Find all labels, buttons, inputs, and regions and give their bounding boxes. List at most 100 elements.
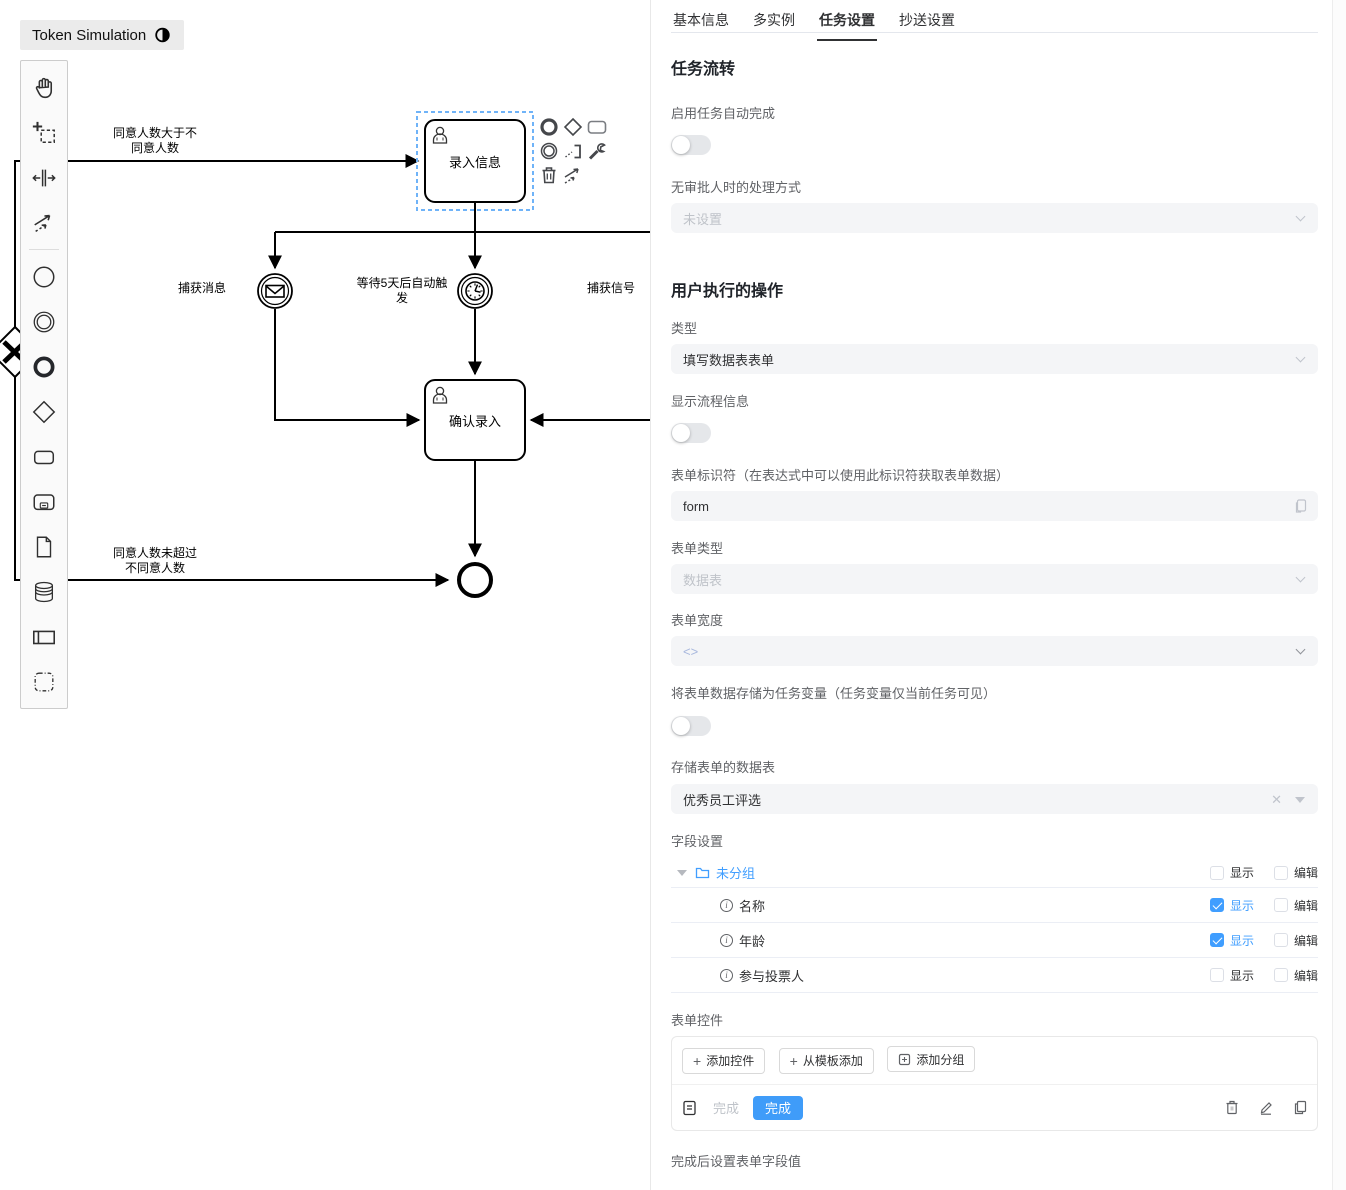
token-simulation-button[interactable]: Token Simulation: [20, 20, 184, 50]
auto-complete-toggle[interactable]: [671, 135, 711, 155]
field-row-voters: i 参与投票人 显示 编辑: [671, 958, 1318, 993]
create-participant[interactable]: [21, 614, 67, 659]
lasso-tool[interactable]: [21, 110, 67, 155]
change-type-wrench-icon[interactable]: [586, 140, 608, 162]
chevron-down-icon: [1296, 645, 1306, 655]
append-task[interactable]: [586, 116, 608, 138]
message-catch-event[interactable]: [258, 274, 292, 308]
tab-task-settings[interactable]: 任务设置: [817, 0, 877, 41]
field-edit-checkbox[interactable]: 编辑: [1274, 897, 1318, 914]
edit-control-button[interactable]: [1259, 1100, 1273, 1115]
add-group-button[interactable]: 添加分组: [887, 1046, 975, 1072]
hand-tool[interactable]: [21, 65, 67, 110]
checkbox-icon: [1274, 898, 1288, 912]
flow-label-catch-message: 捕获消息: [162, 281, 242, 296]
bpmn-palette: [20, 60, 68, 709]
add-control-label: 添加控件: [706, 1052, 754, 1069]
tab-basic-info[interactable]: 基本信息: [671, 0, 731, 41]
chevron-down-icon: [1296, 212, 1306, 222]
create-start-event[interactable]: [21, 254, 67, 299]
properties-panel: 基本信息 多实例 任务设置 抄送设置 任务流转 启用任务自动完成 无审批人时的处…: [651, 0, 1346, 1190]
end-event[interactable]: [459, 564, 491, 596]
create-end-event[interactable]: [21, 344, 67, 389]
action-type-select[interactable]: 填写数据表表单: [671, 344, 1318, 374]
create-data-object[interactable]: [21, 524, 67, 569]
space-tool[interactable]: [21, 155, 67, 200]
add-from-template-button[interactable]: + 从模板添加: [779, 1048, 874, 1074]
store-var-toggle[interactable]: [671, 716, 711, 736]
group-edit-checkbox[interactable]: 编辑: [1274, 864, 1318, 881]
add-control-button[interactable]: + 添加控件: [682, 1048, 765, 1074]
create-intermediate-event[interactable]: [21, 299, 67, 344]
clear-icon[interactable]: ✕: [1271, 792, 1282, 808]
flow-gateway-to-end[interactable]: [15, 377, 448, 580]
task-entry-label: 录入信息: [425, 120, 525, 202]
copy-icon[interactable]: [1295, 499, 1307, 513]
form-type-select[interactable]: 数据表: [671, 564, 1318, 594]
global-connect-tool[interactable]: [21, 200, 67, 245]
no-approver-label: 无审批人时的处理方式: [671, 177, 1318, 196]
fields-tree: 未分组 显示 编辑 i 名称: [671, 858, 1318, 993]
control-complete-button[interactable]: 完成: [753, 1096, 803, 1120]
field-edit-checkbox[interactable]: 编辑: [1274, 967, 1318, 984]
plus-icon: +: [693, 1054, 701, 1068]
panel-scrollbar[interactable]: [1332, 0, 1346, 1190]
panel-tabs: 基本信息 多实例 任务设置 抄送设置: [671, 0, 1318, 33]
create-gateway[interactable]: [21, 389, 67, 434]
flow-label-agree: 同意人数大于不 同意人数: [95, 126, 215, 156]
field-show-checkbox[interactable]: 显示: [1210, 967, 1254, 984]
create-task[interactable]: [21, 434, 67, 479]
show-process-toggle[interactable]: [671, 423, 711, 443]
copy-control-button[interactable]: [1293, 1100, 1307, 1115]
show-checkbox-label: 显示: [1230, 932, 1254, 949]
diagram-canvas[interactable]: 同意人数大于不 同意人数 捕获消息 等待5天后自动触 发 捕获信号 同意人数未超…: [0, 0, 651, 1190]
create-group[interactable]: [21, 659, 67, 704]
checkbox-checked-icon: [1210, 898, 1224, 912]
connect-tool[interactable]: [562, 164, 584, 186]
tab-multi-instance[interactable]: 多实例: [751, 0, 797, 41]
delete-control-button[interactable]: [1225, 1100, 1239, 1115]
timer-catch-event[interactable]: [458, 274, 492, 308]
create-subprocess[interactable]: [21, 479, 67, 524]
toggle-mode-icon: [153, 27, 172, 43]
append-text-annotation[interactable]: [562, 140, 584, 162]
data-table-select[interactable]: 优秀员工评选 ✕: [671, 784, 1318, 814]
flow-label-disagree: 同意人数未超过 不同意人数: [95, 546, 215, 576]
field-row-age: i 年龄 显示 编辑: [671, 923, 1318, 958]
show-checkbox-label: 显示: [1230, 864, 1254, 881]
checkbox-icon: [1210, 866, 1224, 880]
data-table-value: 优秀员工评选: [683, 790, 761, 809]
group-show-checkbox[interactable]: 显示: [1210, 864, 1254, 881]
tab-cc-settings[interactable]: 抄送设置: [897, 0, 957, 41]
flow-entry-split[interactable]: [275, 203, 651, 232]
action-type-label: 类型: [671, 318, 1318, 337]
action-type-value: 填写数据表表单: [683, 350, 774, 369]
edit-checkbox-label: 编辑: [1294, 897, 1318, 914]
delete-trash-icon[interactable]: [538, 164, 560, 186]
info-icon: i: [720, 969, 733, 982]
form-width-label: 表单宽度: [671, 610, 1318, 629]
create-data-store[interactable]: [21, 569, 67, 614]
control-disabled-label: 完成: [713, 1098, 739, 1117]
field-edit-checkbox[interactable]: 编辑: [1274, 932, 1318, 949]
field-name: 名称: [739, 896, 765, 915]
folder-icon: [695, 866, 710, 879]
form-id-input[interactable]: form: [671, 491, 1318, 521]
field-show-checkbox[interactable]: 显示: [1210, 932, 1254, 949]
append-gateway[interactable]: [562, 116, 584, 138]
checkbox-icon: [1210, 968, 1224, 982]
caret-down-icon[interactable]: [677, 870, 687, 876]
flow-message-to-confirm[interactable]: [275, 309, 419, 420]
data-table-label: 存储表单的数据表: [671, 757, 1318, 776]
no-approver-select[interactable]: 未设置: [671, 203, 1318, 233]
field-show-checkbox[interactable]: 显示: [1210, 897, 1254, 914]
form-width-select[interactable]: <>: [671, 636, 1318, 666]
field-group-row[interactable]: 未分组 显示 编辑: [671, 858, 1318, 888]
add-group-icon: [898, 1053, 911, 1066]
append-intermediate-event[interactable]: [538, 140, 560, 162]
checkbox-checked-icon: [1210, 933, 1224, 947]
form-type-value: 数据表: [683, 570, 722, 589]
form-item-icon: [682, 1100, 697, 1116]
append-end-event[interactable]: [538, 116, 560, 138]
info-icon: i: [720, 934, 733, 947]
